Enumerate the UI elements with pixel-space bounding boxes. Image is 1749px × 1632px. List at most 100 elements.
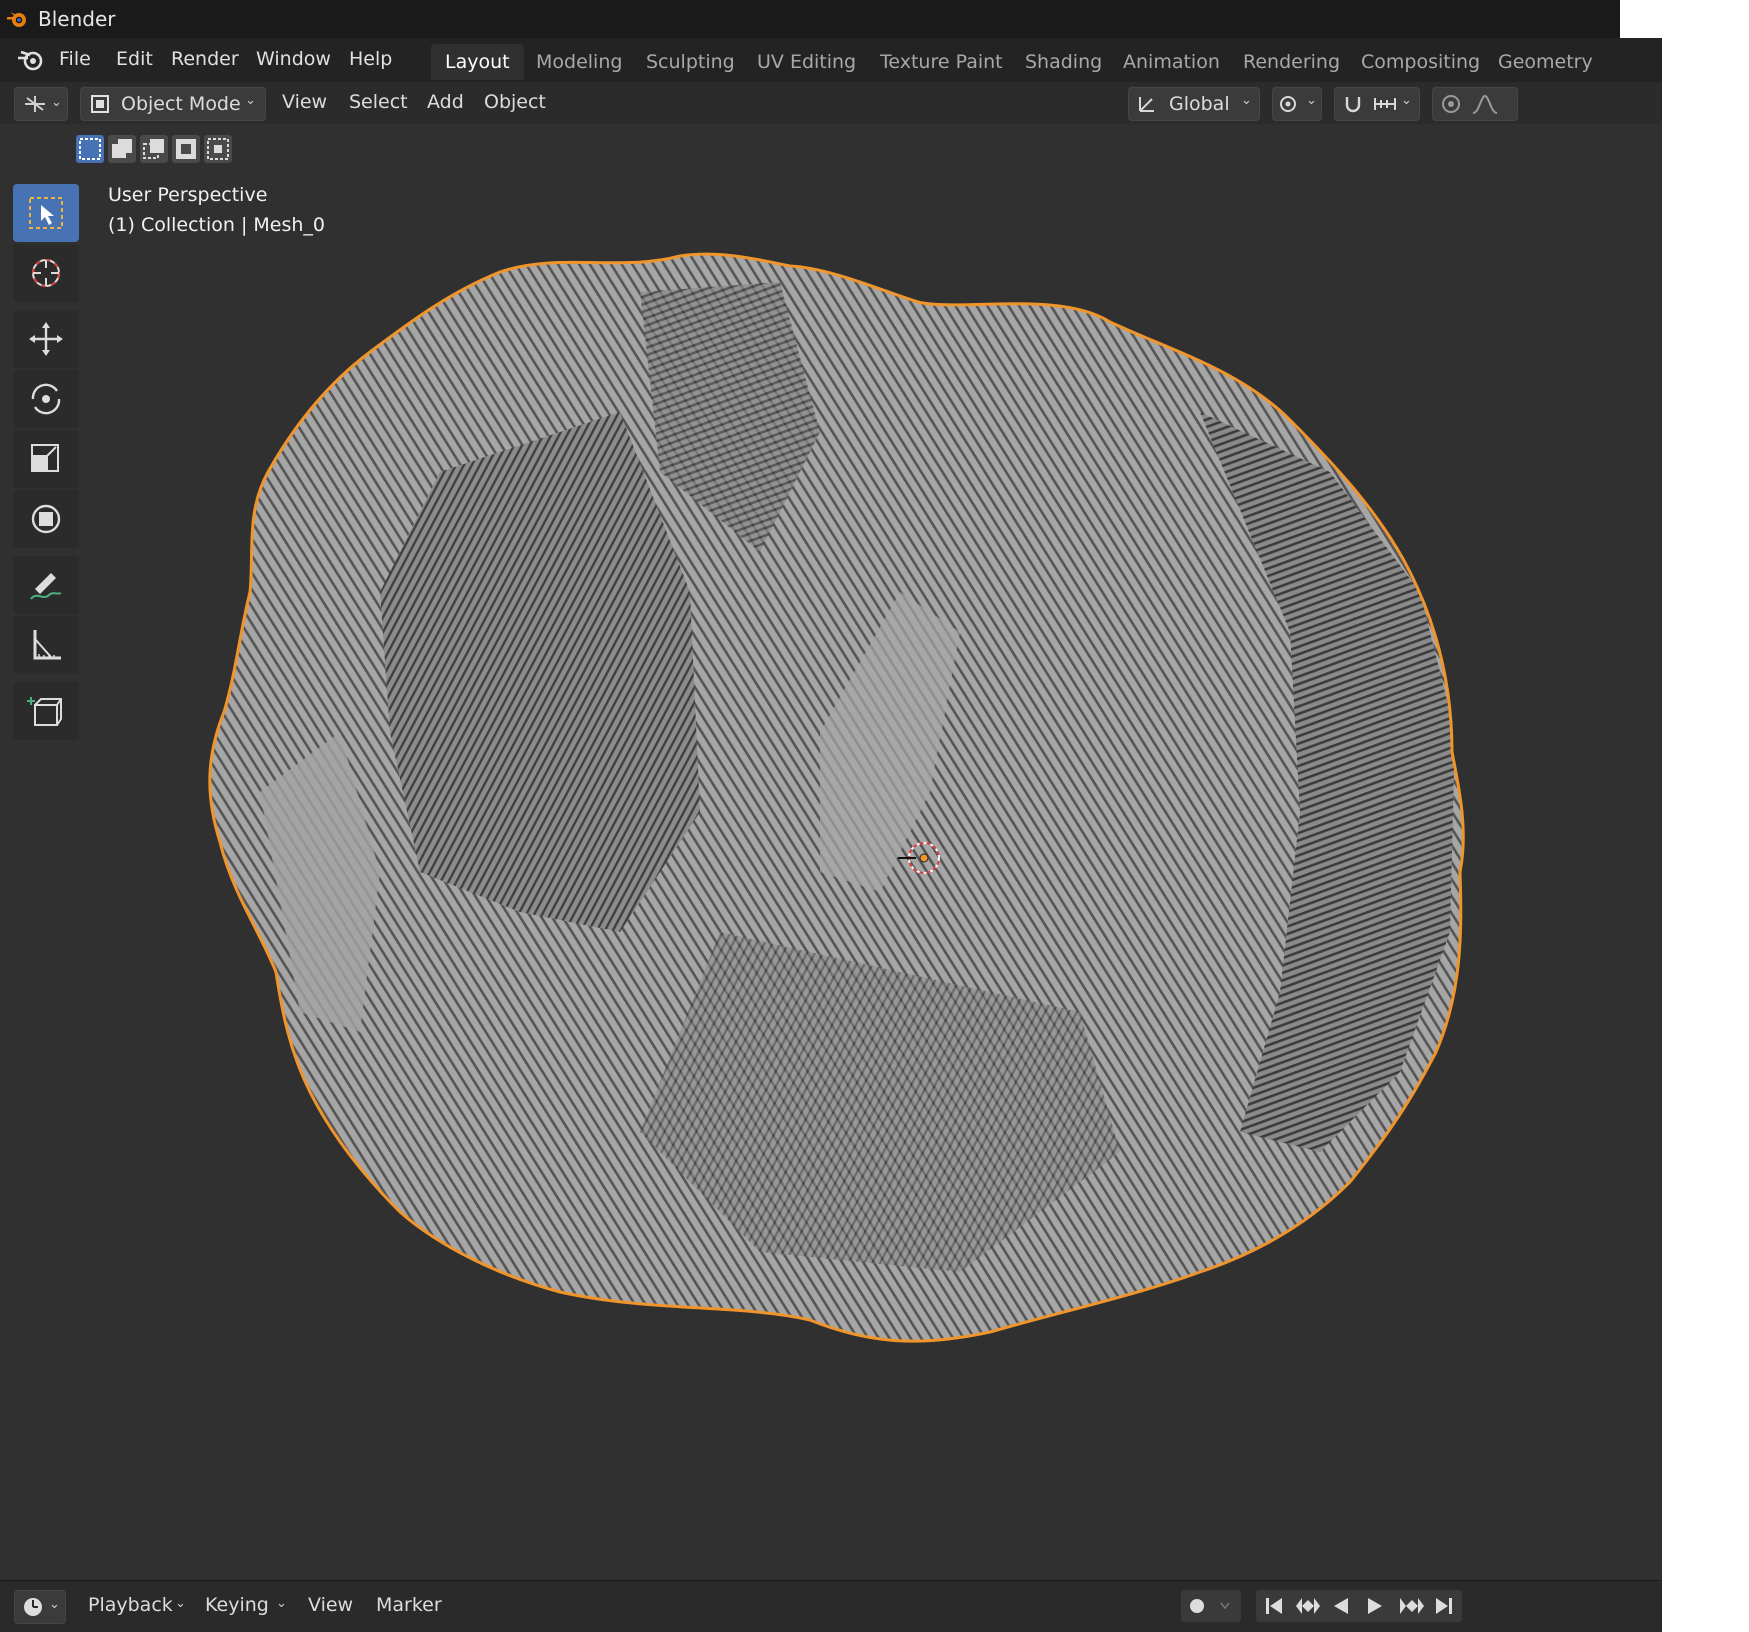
mode-dropdown[interactable]: Object Mode ⌄ xyxy=(80,87,266,121)
jump-to-start-icon xyxy=(1266,1598,1282,1614)
pivot-point-button[interactable]: ⌄ xyxy=(1272,87,1322,121)
menu-add[interactable]: Add xyxy=(427,91,464,113)
select-intersect-button[interactable] xyxy=(204,135,232,163)
falloff-curve-icon xyxy=(1472,94,1498,114)
mode-label: Object Mode xyxy=(121,93,241,115)
perspective-label: User Perspective xyxy=(108,184,268,206)
tool-annotate[interactable] xyxy=(13,556,79,614)
editor-type-button[interactable]: ⌄ xyxy=(14,87,68,121)
snap-magnet-icon xyxy=(1345,97,1361,113)
select-invert-button[interactable] xyxy=(172,135,200,163)
add-cube-icon xyxy=(27,697,62,726)
select-subtract-icon xyxy=(143,139,164,159)
tab-modeling[interactable]: Modeling xyxy=(522,44,636,80)
viewport-header: ⌄ Object Mode ⌄ View Select Add Object G… xyxy=(0,82,1662,124)
rotate-icon xyxy=(31,383,61,415)
timeline-editor-type-button[interactable]: ⌄ xyxy=(14,1590,66,1624)
marker-menu[interactable]: Marker xyxy=(376,1594,442,1616)
tab-compositing[interactable]: Compositing xyxy=(1347,44,1494,80)
playback-controls-icons xyxy=(1266,1598,1452,1614)
selection-mode-row xyxy=(0,124,1662,172)
auto-keying-button[interactable] xyxy=(1181,1590,1241,1622)
tool-rotate[interactable] xyxy=(13,370,79,428)
chevron-down-icon: ⌄ xyxy=(51,95,62,110)
keying-menu[interactable]: Keying xyxy=(205,1594,269,1616)
proportional-edit-button[interactable] xyxy=(1432,87,1518,121)
select-new-icon xyxy=(79,138,101,160)
play-reverse-icon xyxy=(1334,1598,1348,1614)
menu-render[interactable]: Render xyxy=(171,48,239,70)
cursor-icon xyxy=(32,259,60,287)
select-extend-button[interactable] xyxy=(108,135,136,163)
tool-measure[interactable] xyxy=(13,616,79,674)
scale-icon xyxy=(31,444,59,472)
chevron-down-icon: ⌄ xyxy=(1241,93,1252,108)
tool-transform[interactable] xyxy=(13,490,79,548)
menu-file[interactable]: File xyxy=(59,48,91,70)
transform-orientation-icon xyxy=(1139,97,1154,112)
proportional-editing-icon xyxy=(1442,95,1460,113)
chevron-down-icon: ⌄ xyxy=(1401,93,1412,108)
snap-increment-icon xyxy=(1374,98,1396,110)
viewport-canvas[interactable] xyxy=(0,172,1662,1580)
record-icon xyxy=(1190,1599,1230,1613)
editor-type-icon xyxy=(25,96,45,112)
tool-cursor[interactable] xyxy=(13,244,79,302)
window-title: Blender xyxy=(38,7,116,31)
jump-to-end-icon xyxy=(1436,1598,1452,1614)
annotate-icon xyxy=(30,573,62,600)
top-menu-bar: File Edit Render Window Help Layout Mode… xyxy=(0,38,1662,109)
timeline-header: ⌄ Playback ⌄ Keying ⌄ View Marker xyxy=(0,1580,1662,1632)
playback-controls xyxy=(1256,1590,1462,1622)
pivot-icon xyxy=(1280,96,1296,112)
tab-layout[interactable]: Layout xyxy=(431,44,524,80)
blender-window: Blender File Edit Render Window Help Lay… xyxy=(0,0,1662,1632)
tool-scale[interactable] xyxy=(13,430,79,488)
menu-help[interactable]: Help xyxy=(349,48,392,70)
tool-move[interactable] xyxy=(13,310,79,368)
select-box-icon xyxy=(29,197,63,229)
chevron-down-icon: ⌄ xyxy=(276,1596,287,1611)
title-bar: Blender xyxy=(0,0,1662,38)
select-subtract-button[interactable] xyxy=(140,135,168,163)
jump-to-next-keyframe-icon xyxy=(1400,1598,1424,1614)
tool-select-box[interactable] xyxy=(13,184,79,242)
select-invert-icon xyxy=(176,139,196,159)
orientation-label: Global xyxy=(1169,93,1230,115)
tool-add-cube[interactable] xyxy=(13,682,79,740)
blender-menu-icon[interactable] xyxy=(16,48,44,72)
select-intersect-icon xyxy=(207,138,229,160)
chevron-down-icon: ⌄ xyxy=(245,93,256,108)
snap-button[interactable]: ⌄ xyxy=(1334,87,1420,121)
tab-geometry-nodes[interactable]: Geometry Notry No xyxy=(1484,44,1662,109)
chevron-down-icon: ⌄ xyxy=(175,1596,186,1611)
tab-rendering[interactable]: Rendering xyxy=(1229,44,1354,80)
tab-uv-editing[interactable]: UV Editing xyxy=(743,44,870,80)
chevron-down-icon: ⌄ xyxy=(49,1597,60,1612)
menu-select[interactable]: Select xyxy=(349,91,408,113)
clock-icon xyxy=(24,1598,42,1616)
menu-window[interactable]: Window xyxy=(256,48,331,70)
collection-info-label: (1) Collection | Mesh_0 xyxy=(108,214,326,236)
select-extend-icon xyxy=(112,139,132,158)
blender-logo-icon xyxy=(7,12,26,27)
tab-texture-paint[interactable]: Texture Paint xyxy=(866,44,1017,80)
tab-sculpting[interactable]: Sculpting xyxy=(632,44,749,80)
select-new-button[interactable] xyxy=(76,135,104,163)
mesh-object[interactable] xyxy=(180,232,1480,1372)
chevron-down-icon: ⌄ xyxy=(1306,93,1317,108)
title-bar-edge xyxy=(1620,0,1662,38)
menu-view[interactable]: View xyxy=(282,91,327,113)
playback-menu[interactable]: Playback xyxy=(88,1594,173,1616)
tab-shading[interactable]: Shading xyxy=(1011,44,1116,80)
object-mode-icon xyxy=(91,95,109,113)
transform-icon xyxy=(31,504,61,534)
tab-animation[interactable]: Animation xyxy=(1109,44,1234,80)
orientation-dropdown[interactable]: Global ⌄ xyxy=(1128,87,1260,121)
measure-icon xyxy=(33,630,61,660)
timeline-view-menu[interactable]: View xyxy=(308,1594,353,1616)
menu-object[interactable]: Object xyxy=(484,91,546,113)
menu-edit[interactable]: Edit xyxy=(116,48,153,70)
play-icon xyxy=(1368,1598,1382,1614)
jump-to-keyframe-icon xyxy=(1296,1598,1320,1614)
